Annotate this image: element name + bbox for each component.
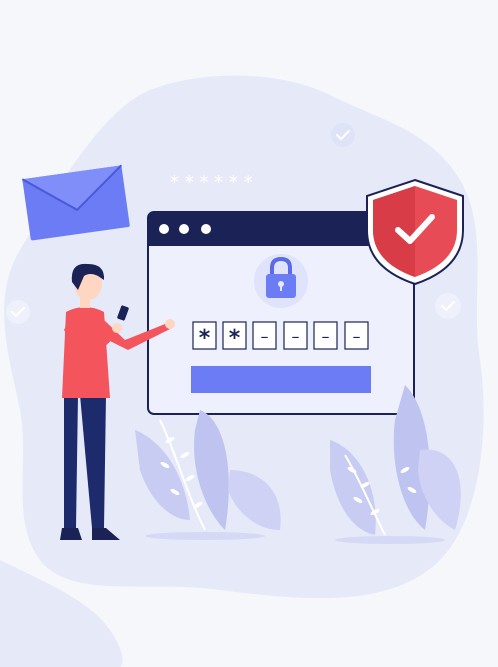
password-char: – — [353, 327, 361, 346]
window-dot — [179, 224, 189, 234]
password-char: – — [322, 327, 330, 346]
window-dot — [159, 224, 169, 234]
window-dot — [201, 224, 211, 234]
password-char: * — [199, 326, 211, 351]
check-circle-icon — [435, 293, 461, 319]
padlock-icon — [254, 254, 308, 308]
submit-button[interactable] — [191, 366, 371, 393]
security-illustration: * * * * * * * * – – – – — [0, 75, 484, 667]
password-mask-text: * * * * * * — [170, 172, 253, 193]
check-circle-icon — [331, 123, 355, 147]
password-char: – — [261, 327, 269, 346]
password-char: * — [229, 326, 241, 351]
check-circle-icon — [6, 300, 30, 324]
illustration-canvas: * * * * * * * * – – – – — [0, 0, 498, 667]
password-char: – — [292, 327, 300, 346]
